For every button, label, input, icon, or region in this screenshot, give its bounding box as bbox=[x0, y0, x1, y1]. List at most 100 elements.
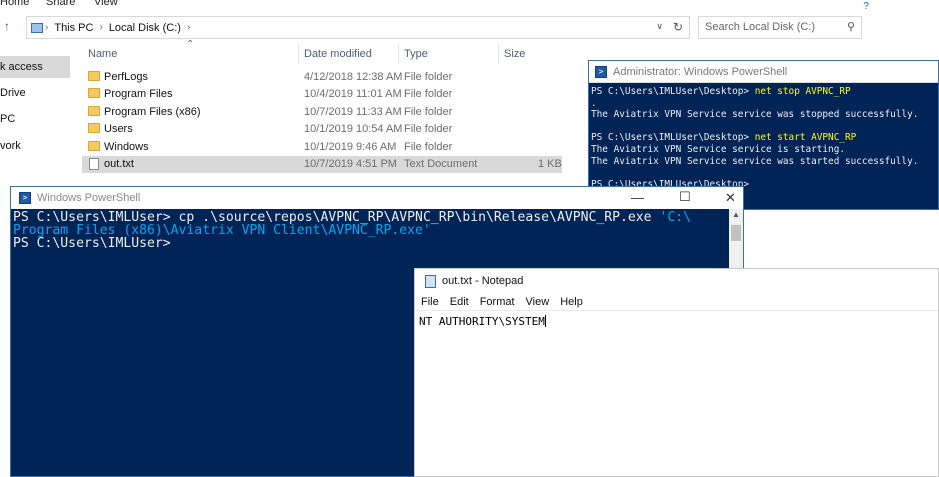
scroll-up-icon[interactable]: ▲ bbox=[732, 210, 740, 219]
chevron-down-icon[interactable]: ∨ bbox=[656, 21, 663, 32]
address-bar-area: ↑ › This PC › Local Disk (C:) › ∨ ↻ bbox=[0, 16, 690, 39]
nav-item-network[interactable]: vork bbox=[0, 135, 70, 157]
column-header-name[interactable]: Name bbox=[88, 48, 117, 60]
help-button[interactable]: ? bbox=[852, 0, 880, 12]
console-prompt: PS C:\Users\IMLUser\Desktop> bbox=[591, 86, 755, 97]
file-name: Windows bbox=[104, 141, 149, 153]
console-prompt: PS C:\Users\IMLUser> bbox=[13, 236, 171, 252]
help-icon: ? bbox=[863, 0, 869, 12]
search-placeholder: Search Local Disk (C:) bbox=[705, 21, 816, 33]
powershell-console[interactable]: PS C:\Users\IMLUser> cp .\source\repos\A… bbox=[11, 209, 743, 253]
file-name: Program Files bbox=[104, 88, 173, 100]
text-caret bbox=[544, 315, 546, 327]
refresh-icon[interactable]: ↻ bbox=[673, 20, 683, 34]
console-command: net stop AVPNC_RP bbox=[754, 86, 851, 97]
back-arrow-icon[interactable]: ↑ bbox=[4, 19, 10, 33]
search-input[interactable]: Search Local Disk (C:) ⚲ bbox=[698, 16, 862, 39]
console-string: 'C:\ bbox=[659, 210, 691, 225]
window-title: out.txt - Notepad bbox=[442, 275, 524, 287]
console-line: PS C:\Users\IMLUser\Desktop> net start A… bbox=[591, 132, 936, 144]
scrollbar-thumb[interactable] bbox=[731, 225, 741, 241]
column-header-size[interactable]: Size bbox=[504, 48, 525, 60]
console-command: net start AVPNC_RP bbox=[754, 132, 857, 144]
breadcrumb-separator: › bbox=[186, 22, 191, 33]
notepad-icon bbox=[425, 274, 436, 288]
ribbon-tab-view[interactable]: View bbox=[94, 0, 118, 8]
file-row[interactable]: Program Files 10/4/2019 11:01 AM File fo… bbox=[82, 86, 562, 103]
console-prompt: PS C:\Users\IMLUser\Desktop> bbox=[591, 132, 755, 144]
column-divider[interactable] bbox=[298, 44, 299, 64]
menu-view[interactable]: View bbox=[526, 296, 550, 308]
folder-icon bbox=[88, 88, 100, 98]
notepad-menubar: File Edit Format View Help bbox=[415, 293, 938, 311]
menu-format[interactable]: Format bbox=[480, 296, 515, 308]
search-icon: ⚲ bbox=[846, 21, 855, 33]
folder-icon bbox=[88, 106, 100, 116]
file-type: File folder bbox=[404, 88, 453, 100]
file-row[interactable]: Program Files (x86) 10/7/2019 11:33 AM F… bbox=[82, 104, 562, 121]
notepad-content: NT AUTHORITY\SYSTEM bbox=[419, 315, 545, 328]
vertical-scrollbar[interactable]: ▲ bbox=[729, 209, 743, 269]
menu-file[interactable]: File bbox=[421, 296, 439, 308]
console-line: PS C:\Users\IMLUser> bbox=[13, 237, 741, 250]
powershell-titlebar[interactable]: > Windows PowerShell — ☐ ✕ bbox=[11, 187, 743, 209]
text-document-icon bbox=[89, 158, 99, 170]
close-icon[interactable]: ✕ bbox=[725, 190, 736, 206]
column-divider[interactable] bbox=[398, 44, 399, 64]
folder-icon bbox=[88, 71, 100, 81]
console-line: The Aviatrix VPN Service service was sta… bbox=[591, 155, 919, 167]
file-row[interactable]: PerfLogs 4/12/2018 12:38 AM File folder bbox=[82, 69, 562, 86]
breadcrumb-this-pc[interactable]: This PC bbox=[54, 22, 93, 34]
address-bar[interactable]: › This PC › Local Disk (C:) › ∨ ↻ bbox=[26, 16, 690, 39]
menu-help[interactable]: Help bbox=[560, 296, 583, 308]
file-row-selected[interactable]: out.txt 10/7/2019 4:51 PM Text Document … bbox=[82, 156, 562, 173]
file-name: PerfLogs bbox=[104, 71, 149, 83]
window-title: Windows PowerShell bbox=[37, 192, 141, 204]
column-divider[interactable] bbox=[498, 44, 499, 64]
file-type: File folder bbox=[404, 71, 453, 83]
admin-powershell-titlebar[interactable]: > Administrator: Windows PowerShell bbox=[589, 61, 938, 83]
file-name: Users bbox=[104, 123, 133, 135]
file-row[interactable]: Users 10/1/2019 10:54 AM File folder bbox=[82, 121, 562, 138]
column-header-type[interactable]: Type bbox=[404, 48, 428, 60]
file-date: 10/7/2019 11:33 AM bbox=[304, 106, 402, 118]
console-line: The Aviatrix VPN Service service was sto… bbox=[591, 109, 919, 121]
folder-icon bbox=[88, 123, 100, 133]
breadcrumb-separator: › bbox=[99, 22, 103, 33]
console-line: PS C:\Users\IMLUser\Desktop> net stop AV… bbox=[591, 86, 936, 98]
maximize-icon[interactable]: ☐ bbox=[679, 189, 691, 205]
breadcrumb-local-disk[interactable]: Local Disk (C:) bbox=[109, 22, 181, 34]
file-size: 1 KB bbox=[538, 158, 562, 170]
file-date: 10/1/2019 9:46 AM bbox=[304, 141, 397, 153]
powershell-icon: > bbox=[595, 65, 607, 78]
file-row[interactable]: Windows 10/1/2019 9:46 AM File folder bbox=[82, 139, 562, 156]
file-date: 10/7/2019 4:51 PM bbox=[304, 158, 397, 170]
file-date: 10/1/2019 10:54 AM bbox=[304, 123, 403, 135]
column-header-date[interactable]: Date modified bbox=[304, 48, 372, 60]
this-pc-icon bbox=[31, 22, 43, 33]
file-date: 4/12/2018 12:38 AM bbox=[304, 71, 403, 83]
folder-icon bbox=[88, 141, 100, 151]
file-name: Program Files (x86) bbox=[104, 106, 201, 118]
breadcrumb-separator: › bbox=[45, 22, 49, 33]
nav-item-quick-access[interactable]: k access bbox=[0, 56, 70, 78]
admin-powershell-console[interactable]: PS C:\Users\IMLUser\Desktop> net stop AV… bbox=[589, 83, 938, 193]
ribbon-tab-home[interactable]: Home bbox=[0, 0, 29, 8]
nav-item-this-pc[interactable]: PC bbox=[0, 108, 70, 130]
file-name: out.txt bbox=[104, 158, 134, 170]
notepad-window[interactable]: out.txt - Notepad File Edit Format View … bbox=[414, 268, 939, 477]
ribbon-tab-share[interactable]: Share bbox=[46, 0, 75, 8]
nav-item-onedrive[interactable]: Drive bbox=[0, 82, 70, 104]
powershell-icon: > bbox=[19, 192, 31, 204]
file-type: File folder bbox=[404, 106, 453, 118]
console-line: The Aviatrix VPN Service service is star… bbox=[591, 143, 845, 155]
notepad-text-area[interactable]: NT AUTHORITY\SYSTEM bbox=[415, 311, 938, 332]
menu-edit[interactable]: Edit bbox=[450, 296, 469, 308]
file-date: 10/4/2019 11:01 AM bbox=[304, 88, 402, 100]
notepad-titlebar[interactable]: out.txt - Notepad bbox=[415, 269, 938, 293]
file-type: File folder bbox=[404, 123, 453, 135]
minimize-icon[interactable]: — bbox=[631, 190, 644, 205]
ribbon-tabs: Home Share View ? bbox=[0, 0, 880, 12]
console-line: . bbox=[591, 97, 597, 109]
